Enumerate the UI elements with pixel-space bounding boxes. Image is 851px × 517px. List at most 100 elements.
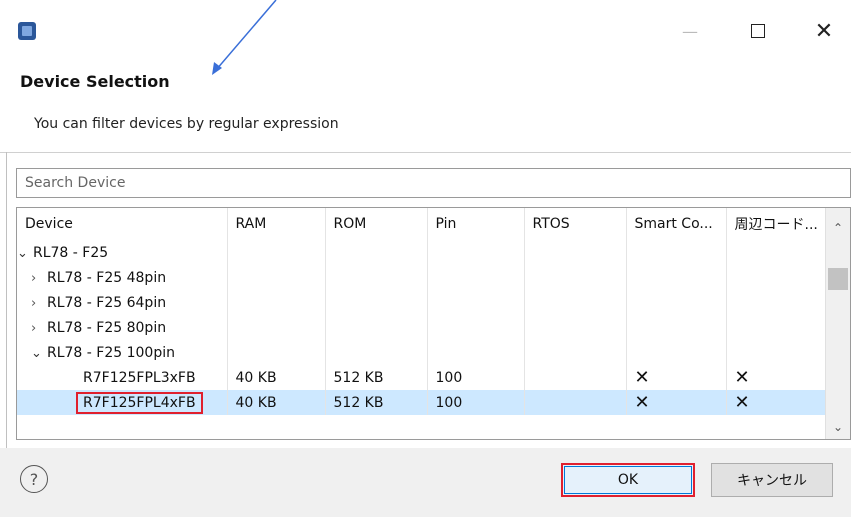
minimize-button[interactable]: —: [670, 14, 710, 48]
tree-row-80pin[interactable]: › RL78 - F25 80pin: [17, 315, 828, 340]
device-name: RL78 - F25 48pin: [47, 269, 167, 286]
peripheral-cell: ✕: [726, 365, 828, 390]
dialog-title: Device Selection: [20, 72, 170, 91]
device-name: R7F125FPL3xFB: [83, 369, 196, 386]
peripheral-cell: [726, 290, 828, 315]
vertical-scrollbar[interactable]: ⌃ ⌄: [825, 208, 850, 439]
column-header-ram[interactable]: RAM: [227, 208, 326, 240]
device-name: RL78 - F25 80pin: [47, 319, 167, 336]
scroll-thumb[interactable]: [828, 268, 848, 290]
device-name: RL78 - F25 100pin: [47, 344, 175, 361]
cross-mark-icon: ✕: [634, 367, 650, 388]
device-cell: ⌄ RL78 - F25: [17, 240, 228, 265]
peripheral-cell: [726, 340, 828, 365]
tree-row-64pin[interactable]: › RL78 - F25 64pin: [17, 290, 828, 315]
column-header-rom[interactable]: ROM: [325, 208, 428, 240]
smart-cell: ✕: [626, 365, 727, 390]
rtos-cell: [524, 340, 627, 365]
minimize-icon: —: [682, 21, 698, 41]
device-cell: › RL78 - F25 80pin: [17, 315, 228, 340]
rom-cell: [325, 240, 428, 265]
column-header-pin[interactable]: Pin: [427, 208, 525, 240]
peripheral-cell: ✕: [726, 390, 828, 415]
close-icon: ✕: [814, 18, 834, 44]
ok-button[interactable]: OK: [561, 463, 695, 497]
cross-mark-icon: ✕: [734, 367, 750, 388]
pin-cell: [427, 240, 525, 265]
device-cell: R7F125FPL3xFB: [17, 365, 228, 390]
peripheral-cell: [726, 240, 828, 265]
smart-cell: [626, 315, 727, 340]
table-row[interactable]: R7F125FPL3xFB 40 KB 512 KB 100 ✕ ✕: [17, 365, 828, 390]
smart-cell: [626, 265, 727, 290]
smart-cell: ✕: [626, 390, 727, 415]
chevron-right-icon[interactable]: ›: [31, 271, 47, 286]
chevron-down-icon[interactable]: ⌄: [17, 246, 33, 261]
column-header-smart-configurator[interactable]: Smart Co...: [626, 208, 727, 240]
pin-cell: [427, 315, 525, 340]
smart-cell: [626, 340, 727, 365]
column-header-peripheral-code[interactable]: 周辺コード...: [726, 208, 828, 240]
ram-cell: 40 KB: [227, 365, 326, 390]
pin-cell: [427, 340, 525, 365]
search-device-input[interactable]: [16, 168, 851, 198]
rom-cell: [325, 315, 428, 340]
maximize-icon: [751, 24, 765, 38]
chevron-down-icon[interactable]: ⌄: [31, 346, 47, 361]
device-name-highlight: R7F125FPL4xFB: [76, 391, 203, 414]
device-cell: R7F125FPL4xFB: [17, 390, 228, 415]
dialog-subtitle: You can filter devices by regular expres…: [34, 116, 339, 132]
tree-row-100pin[interactable]: ⌄ RL78 - F25 100pin: [17, 340, 828, 365]
rtos-cell: [524, 290, 627, 315]
rom-cell: 512 KB: [325, 365, 428, 390]
cancel-button[interactable]: キャンセル: [711, 463, 833, 497]
pin-cell: [427, 290, 525, 315]
rom-cell: [325, 265, 428, 290]
tree-row-48pin[interactable]: › RL78 - F25 48pin: [17, 265, 828, 290]
header-divider: [0, 152, 851, 153]
column-header-device[interactable]: Device: [17, 208, 228, 240]
chevron-right-icon[interactable]: ›: [31, 321, 47, 336]
cross-mark-icon: ✕: [734, 392, 750, 413]
ram-cell: [227, 315, 326, 340]
rom-cell: 512 KB: [325, 390, 428, 415]
cross-mark-icon: ✕: [634, 392, 650, 413]
ram-cell: [227, 265, 326, 290]
scroll-down-icon[interactable]: ⌄: [826, 415, 850, 439]
smart-cell: [626, 240, 727, 265]
tree-row-rl78-f25[interactable]: ⌄ RL78 - F25: [17, 240, 828, 265]
pin-cell: [427, 265, 525, 290]
table-header-row: Device RAM ROM Pin RTOS Smart Co... 周辺コー…: [17, 208, 828, 240]
dialog-footer: ? OK キャンセル: [0, 448, 851, 517]
ram-cell: [227, 290, 326, 315]
rtos-cell: [524, 315, 627, 340]
device-name: RL78 - F25: [33, 244, 109, 261]
peripheral-cell: [726, 265, 828, 290]
chevron-right-icon[interactable]: ›: [31, 296, 47, 311]
close-button[interactable]: ✕: [804, 14, 844, 48]
pin-cell: 100: [427, 390, 525, 415]
device-name: RL78 - F25 64pin: [47, 294, 167, 311]
rom-cell: [325, 340, 428, 365]
title-bar: — ✕: [0, 0, 851, 62]
app-chip-icon: [18, 22, 36, 40]
ram-cell: [227, 240, 326, 265]
rtos-cell: [524, 390, 627, 415]
device-cell: › RL78 - F25 48pin: [17, 265, 228, 290]
help-icon[interactable]: ?: [20, 465, 48, 493]
pin-cell: 100: [427, 365, 525, 390]
device-cell: ⌄ RL78 - F25 100pin: [17, 340, 228, 365]
selected-table-row[interactable]: R7F125FPL4xFB 40 KB 512 KB 100 ✕ ✕: [17, 390, 828, 415]
rtos-cell: [524, 265, 627, 290]
smart-cell: [626, 290, 727, 315]
maximize-button[interactable]: [738, 14, 778, 48]
device-table[interactable]: Device RAM ROM Pin RTOS Smart Co... 周辺コー…: [16, 207, 851, 440]
window-left-edge: [6, 152, 7, 452]
ram-cell: [227, 340, 326, 365]
rtos-cell: [524, 365, 627, 390]
scroll-up-icon[interactable]: ⌃: [826, 216, 850, 240]
column-header-rtos[interactable]: RTOS: [524, 208, 627, 240]
ram-cell: 40 KB: [227, 390, 326, 415]
peripheral-cell: [726, 315, 828, 340]
rom-cell: [325, 290, 428, 315]
